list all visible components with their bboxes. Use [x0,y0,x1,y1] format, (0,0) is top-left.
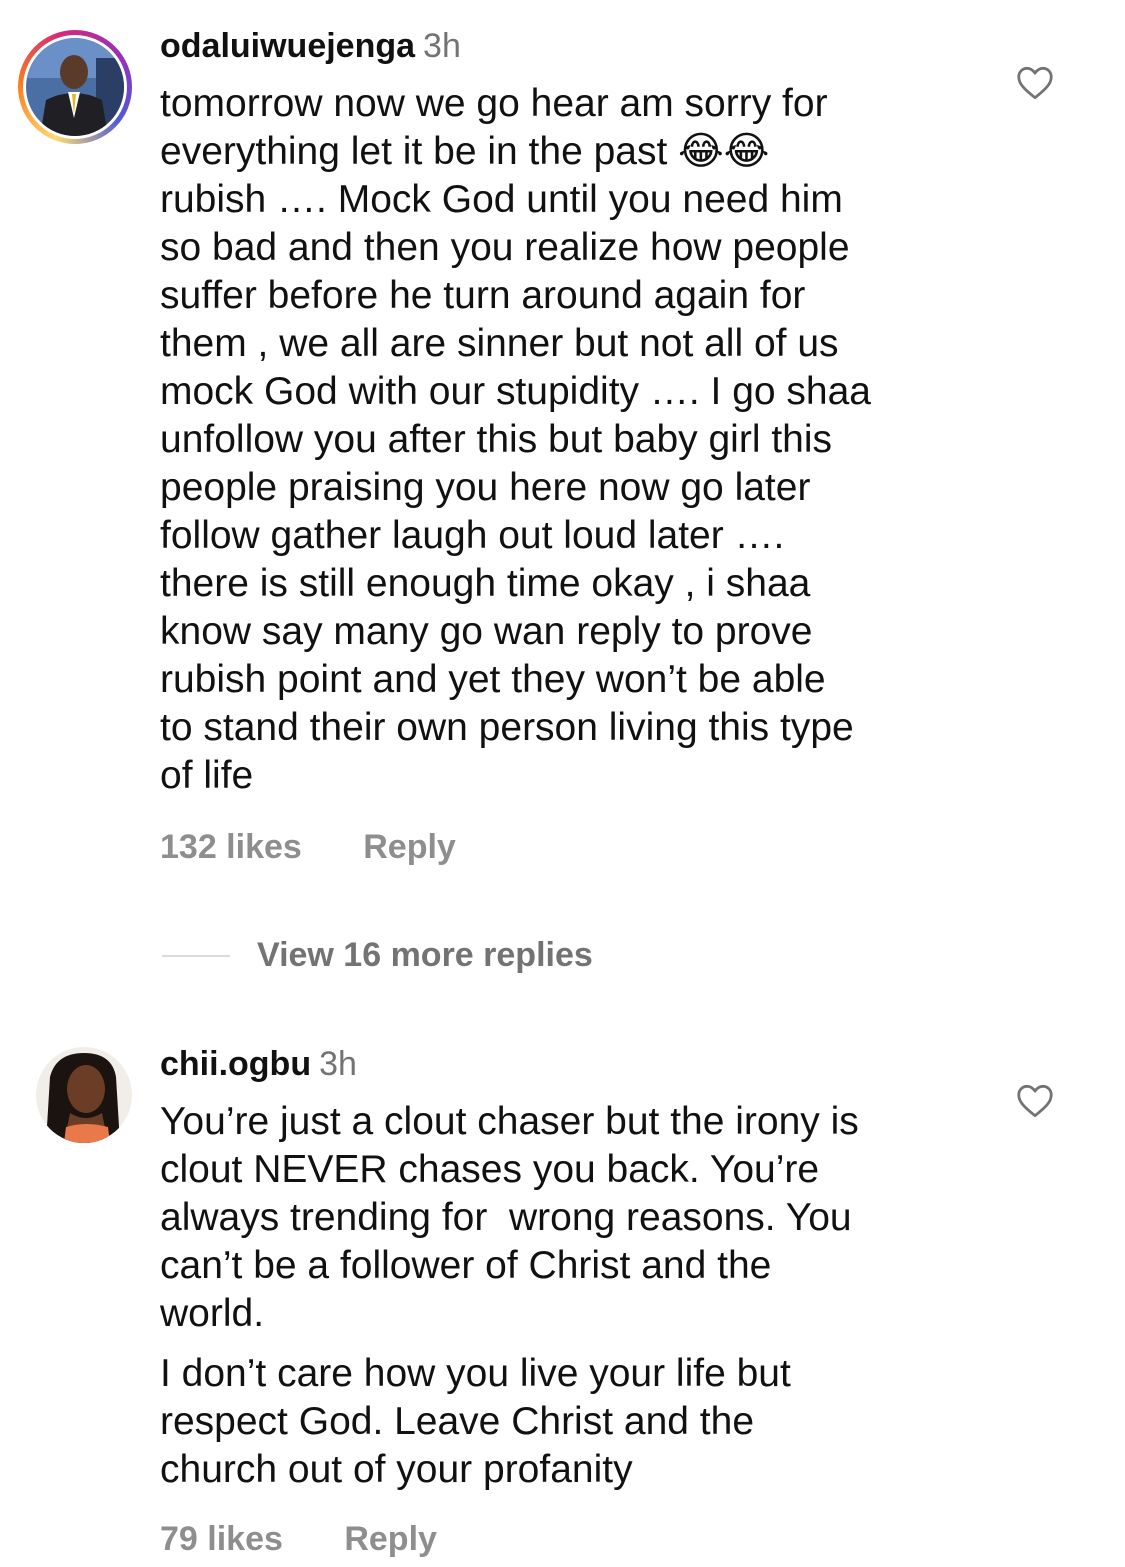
comment-header: chii.ogbu 3h [160,1044,357,1084]
timestamp: 3h [319,1045,357,1083]
avatar[interactable] [26,38,124,136]
comment-text: You’re just a clout chaser but the irony… [160,1100,859,1335]
username[interactable]: odaluiwuejenga [160,27,415,65]
like-count[interactable]: 132 likes [160,828,302,867]
reply-button[interactable]: Reply [344,1520,437,1559]
avatar[interactable] [36,1047,132,1143]
replies-divider [162,955,230,957]
story-ring[interactable] [18,30,132,144]
username[interactable]: chii.ogbu [160,1045,311,1083]
comment-text-paragraph-2: I don’t care how you live your life but … [160,1352,791,1491]
like-count[interactable]: 79 likes [160,1520,283,1559]
comment-meta: 132 likes Reply [160,828,456,867]
comment-text: tomorrow now we go hear am sorry for eve… [160,82,871,797]
heart-outline-icon[interactable] [1016,1084,1054,1118]
view-more-replies-button[interactable]: View 16 more replies [257,936,593,975]
comment-header: odaluiwuejenga 3h [160,26,461,66]
reply-button[interactable]: Reply [363,828,456,867]
comment-meta: 79 likes Reply [160,1520,437,1559]
timestamp: 3h [423,27,461,65]
heart-outline-icon[interactable] [1016,66,1054,100]
